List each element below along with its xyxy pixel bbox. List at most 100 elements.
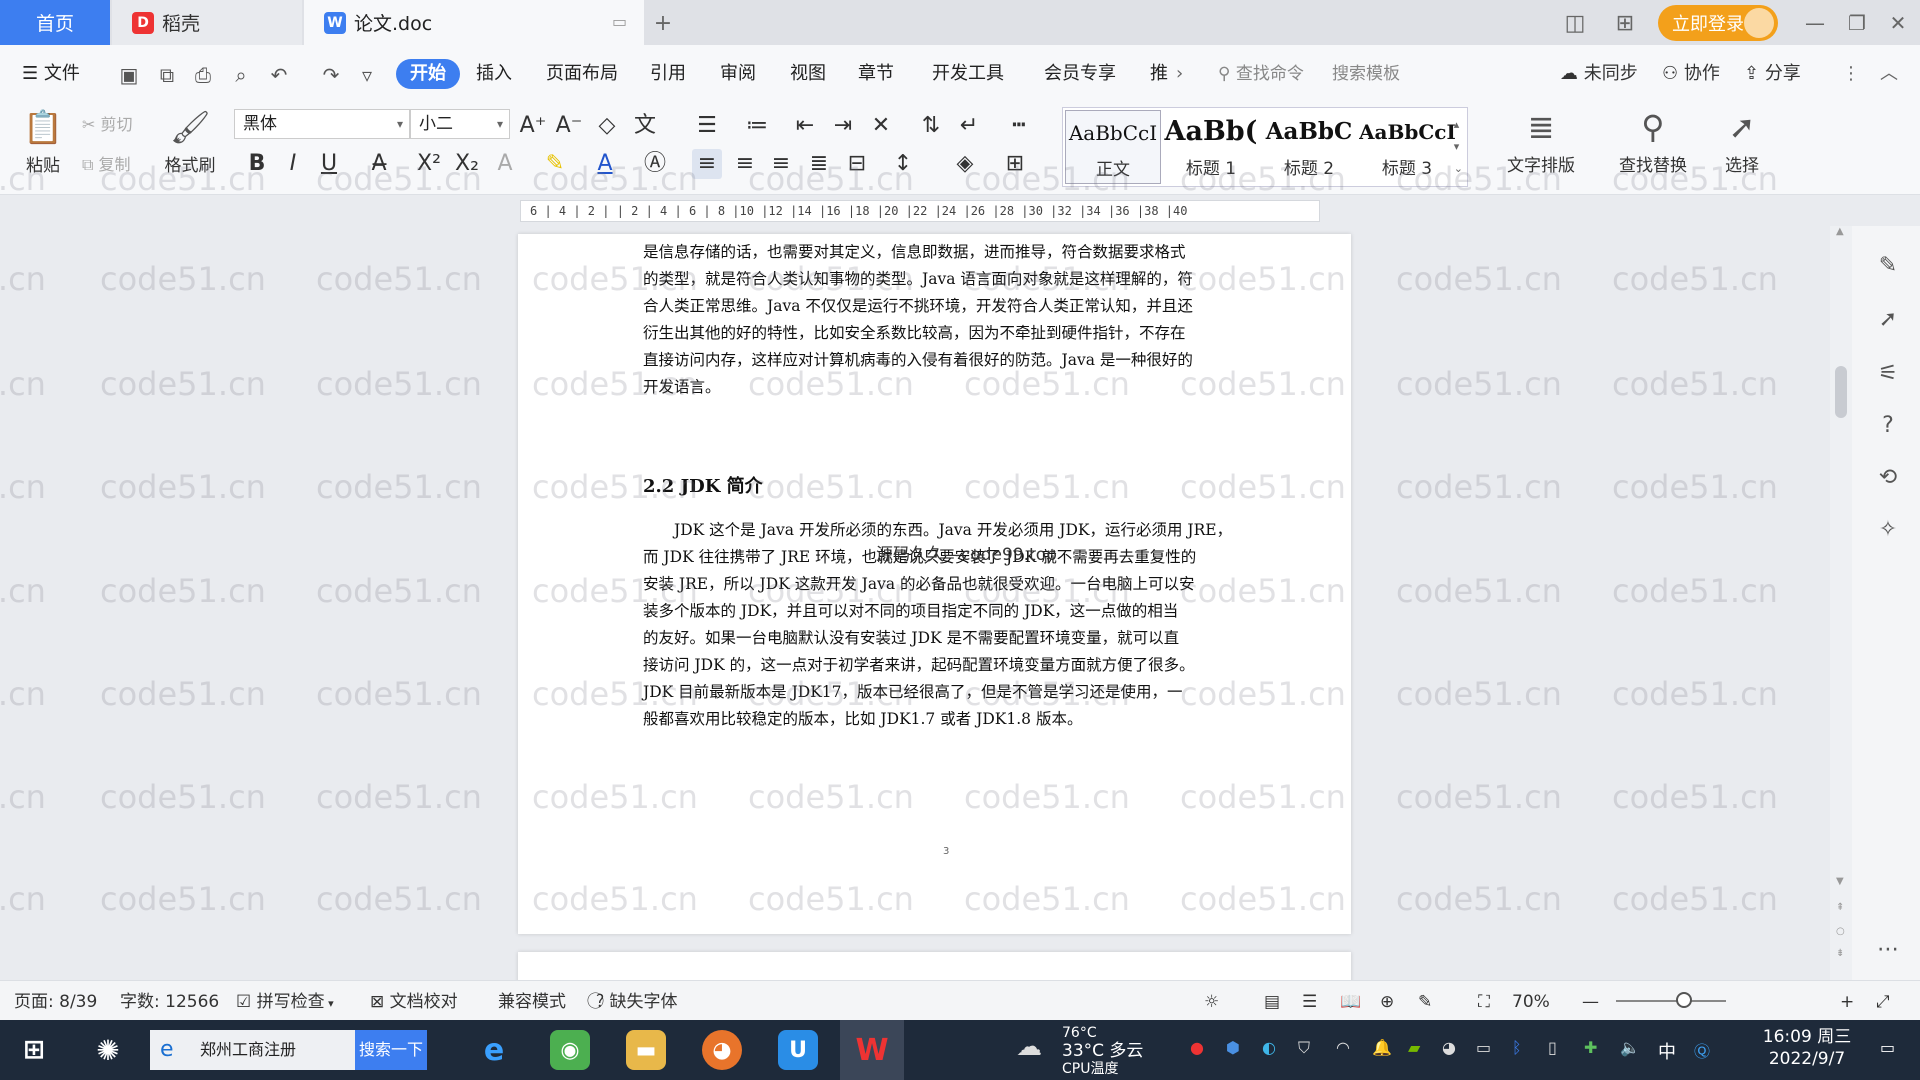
paste-button[interactable]: 📋 粘贴 xyxy=(16,107,70,176)
bold-icon[interactable]: B xyxy=(242,149,272,179)
share-button[interactable]: ⇪ 分享 xyxy=(1744,59,1801,89)
style-heading-2[interactable]: AaBbC 标题 2 xyxy=(1261,110,1357,184)
show-marks-icon[interactable]: ↵ xyxy=(954,111,984,141)
scroll-up-icon[interactable]: ▲ xyxy=(1836,226,1844,237)
menu-start[interactable]: 开始 xyxy=(396,59,460,89)
zoom-slider[interactable] xyxy=(1616,1000,1726,1002)
nvidia-icon[interactable]: ▰ xyxy=(1408,1038,1420,1057)
notification-bell-icon[interactable]: 🔔 xyxy=(1372,1038,1392,1057)
tray-sync-icon[interactable]: ◐ xyxy=(1262,1038,1276,1057)
tab-document[interactable]: W 论文.doc ▭ xyxy=(304,0,644,45)
adjust-icon[interactable]: ⚟ xyxy=(1874,360,1902,388)
sort-icon[interactable]: ⇅ xyxy=(916,111,946,141)
tray-q-icon[interactable]: Ⓠ xyxy=(1694,1038,1710,1062)
usb-icon[interactable]: ▯ xyxy=(1548,1038,1557,1057)
doc-proof-button[interactable]: ⊠ 文档校对 xyxy=(370,990,458,1014)
tray-shield-icon[interactable]: ⛉ xyxy=(1298,1038,1310,1058)
distribute-icon[interactable]: ⊟ xyxy=(842,149,872,179)
compass-icon[interactable]: ✧ xyxy=(1874,516,1902,544)
highlight-icon[interactable]: ✎ xyxy=(540,149,570,179)
weather-widget[interactable]: 76°C 33°C 多云 CPU温度 xyxy=(1062,1024,1143,1078)
collapse-ribbon-icon[interactable]: ︿ xyxy=(1880,59,1898,89)
file-menu[interactable]: ☰ 文件 xyxy=(22,59,80,89)
write-view-icon[interactable]: ✎ xyxy=(1418,990,1432,1014)
tray-app-icon[interactable]: ● xyxy=(1190,1038,1204,1057)
page-view-icon[interactable]: ▤ xyxy=(1264,990,1280,1014)
menu-page-layout[interactable]: 页面布局 xyxy=(546,59,618,89)
battery-icon[interactable]: ▭ xyxy=(1476,1038,1491,1057)
document-canvas[interactable]: 是信息存储的话，也需要对其定义，信息即数据，进而推导，符合数据要求格式 的类型，… xyxy=(0,226,1830,980)
grid-apps-icon[interactable]: ⊞ xyxy=(1610,9,1640,37)
pinwheel-icon[interactable]: ✺ xyxy=(88,1030,128,1070)
page-indicator[interactable]: 页面: 8/39 xyxy=(14,990,97,1014)
outline-view-icon[interactable]: ☰ xyxy=(1302,990,1317,1014)
zoom-in-icon[interactable]: + xyxy=(1840,990,1854,1014)
word-count[interactable]: 字数: 12566 xyxy=(120,990,219,1014)
backup-icon[interactable]: ⟲ xyxy=(1874,464,1902,492)
clear-format-icon[interactable]: ◇ xyxy=(592,111,622,141)
new-tab-icon[interactable]: + xyxy=(648,9,678,37)
ime-indicator[interactable]: 中 xyxy=(1658,1038,1676,1064)
tab-daoke[interactable]: D 稻壳 xyxy=(112,0,302,45)
fit-page-icon[interactable]: ⛶ xyxy=(1478,990,1490,1014)
text-effect-icon[interactable]: A xyxy=(490,149,520,179)
web-view-icon[interactable]: ⊕ xyxy=(1380,990,1394,1014)
file-explorer-icon[interactable]: ▬ xyxy=(626,1030,666,1070)
bullet-list-icon[interactable]: ☰ xyxy=(692,111,722,141)
find-replace-button[interactable]: ⚲ 查找替换 xyxy=(1608,107,1698,176)
save-icon[interactable]: ▣ xyxy=(116,62,142,88)
menu-view[interactable]: 视图 xyxy=(790,59,826,89)
tab-home[interactable]: 首页 xyxy=(0,0,110,45)
scrollbar-thumb[interactable] xyxy=(1835,366,1847,418)
increase-indent-icon[interactable]: ⇥ xyxy=(828,111,858,141)
reading-view-icon[interactable]: 📖 xyxy=(1340,990,1361,1014)
align-right-icon[interactable]: ≡ xyxy=(766,149,796,179)
eye-protection-icon[interactable]: ☼ xyxy=(1204,990,1219,1014)
fullscreen-icon[interactable]: ⤢ xyxy=(1876,990,1890,1014)
select-button[interactable]: ➚ 选择 xyxy=(1712,107,1772,176)
help-icon[interactable]: ? xyxy=(1874,412,1902,440)
shrink-font-icon[interactable]: A⁻ xyxy=(554,111,584,141)
redo-icon[interactable]: ↷ xyxy=(318,62,344,88)
menu-chapter[interactable]: 章节 xyxy=(858,59,894,89)
minimize-icon[interactable]: — xyxy=(1795,6,1835,40)
more-dots-icon[interactable]: ⋯ xyxy=(1874,936,1902,964)
missing-font-button[interactable]: ?⃝ 缺失字体 xyxy=(596,990,677,1014)
style-heading-1[interactable]: AaBb( 标题 1 xyxy=(1163,110,1259,184)
tray-plus-icon[interactable]: ✚ xyxy=(1584,1038,1597,1057)
collaborate-button[interactable]: ⚇ 协作 xyxy=(1662,59,1720,89)
pen-icon[interactable]: ✎ xyxy=(1874,252,1902,280)
app-mascot-icon[interactable]: ◕ xyxy=(702,1030,742,1070)
horizontal-ruler[interactable]: 6 | 4 | 2 | | 2 | 4 | 6 | 8 |10 |12 |14 … xyxy=(0,196,1920,226)
pinyin-icon[interactable]: 文 xyxy=(630,111,660,141)
copy-button[interactable]: ⧉ 复制 xyxy=(82,151,131,175)
borders-icon[interactable]: ⊞ xyxy=(1000,149,1030,179)
prev-page-icon[interactable]: ⇞ xyxy=(1836,902,1844,913)
font-color-icon[interactable]: A xyxy=(590,149,620,179)
tab-ruler-icon[interactable]: ┅ xyxy=(1004,111,1034,141)
italic-icon[interactable]: I xyxy=(278,149,308,179)
text-layout-button[interactable]: ≣ 文字排版 xyxy=(1496,107,1586,176)
close-icon[interactable]: ✕ xyxy=(1878,6,1918,40)
superscript-icon[interactable]: X² xyxy=(414,149,444,179)
document-page[interactable]: 是信息存储的话，也需要对其定义，信息即数据，进而推导，符合数据要求格式 的类型，… xyxy=(518,234,1351,934)
align-center-icon[interactable]: ≡ xyxy=(730,149,760,179)
print-icon[interactable]: ⎙ xyxy=(190,62,216,88)
undo-icon[interactable]: ↶ xyxy=(266,62,292,88)
next-page-icon[interactable]: ⇟ xyxy=(1836,948,1844,959)
underline-icon[interactable]: U xyxy=(314,149,344,179)
spell-check-button[interactable]: ☑ 拼写检查 ▾ xyxy=(236,990,334,1014)
menu-review[interactable]: 审阅 xyxy=(720,59,756,89)
scroll-down-icon[interactable]: ▼ xyxy=(1836,876,1844,887)
menu-member[interactable]: 会员专享 xyxy=(1044,59,1116,89)
windows-start-icon[interactable]: ⊞ xyxy=(14,1030,54,1070)
zoom-out-icon[interactable]: — xyxy=(1582,990,1599,1014)
menu-more-icon[interactable]: › xyxy=(1176,59,1183,89)
style-gallery-scroll-icon[interactable]: ▴ ▾ ⌄ xyxy=(1454,114,1463,180)
layout-icon[interactable]: ◫ xyxy=(1560,9,1590,37)
taskbar-search-input[interactable]: e 郑州工商注册 xyxy=(150,1030,355,1070)
line-spacing-icon[interactable]: ↕ xyxy=(888,149,918,179)
format-painter-button[interactable]: 🖌 格式刷 xyxy=(158,107,222,176)
more-options-icon[interactable]: ⋮ xyxy=(1842,59,1860,89)
quick-access-dropdown-icon[interactable]: ▿ xyxy=(354,62,380,88)
